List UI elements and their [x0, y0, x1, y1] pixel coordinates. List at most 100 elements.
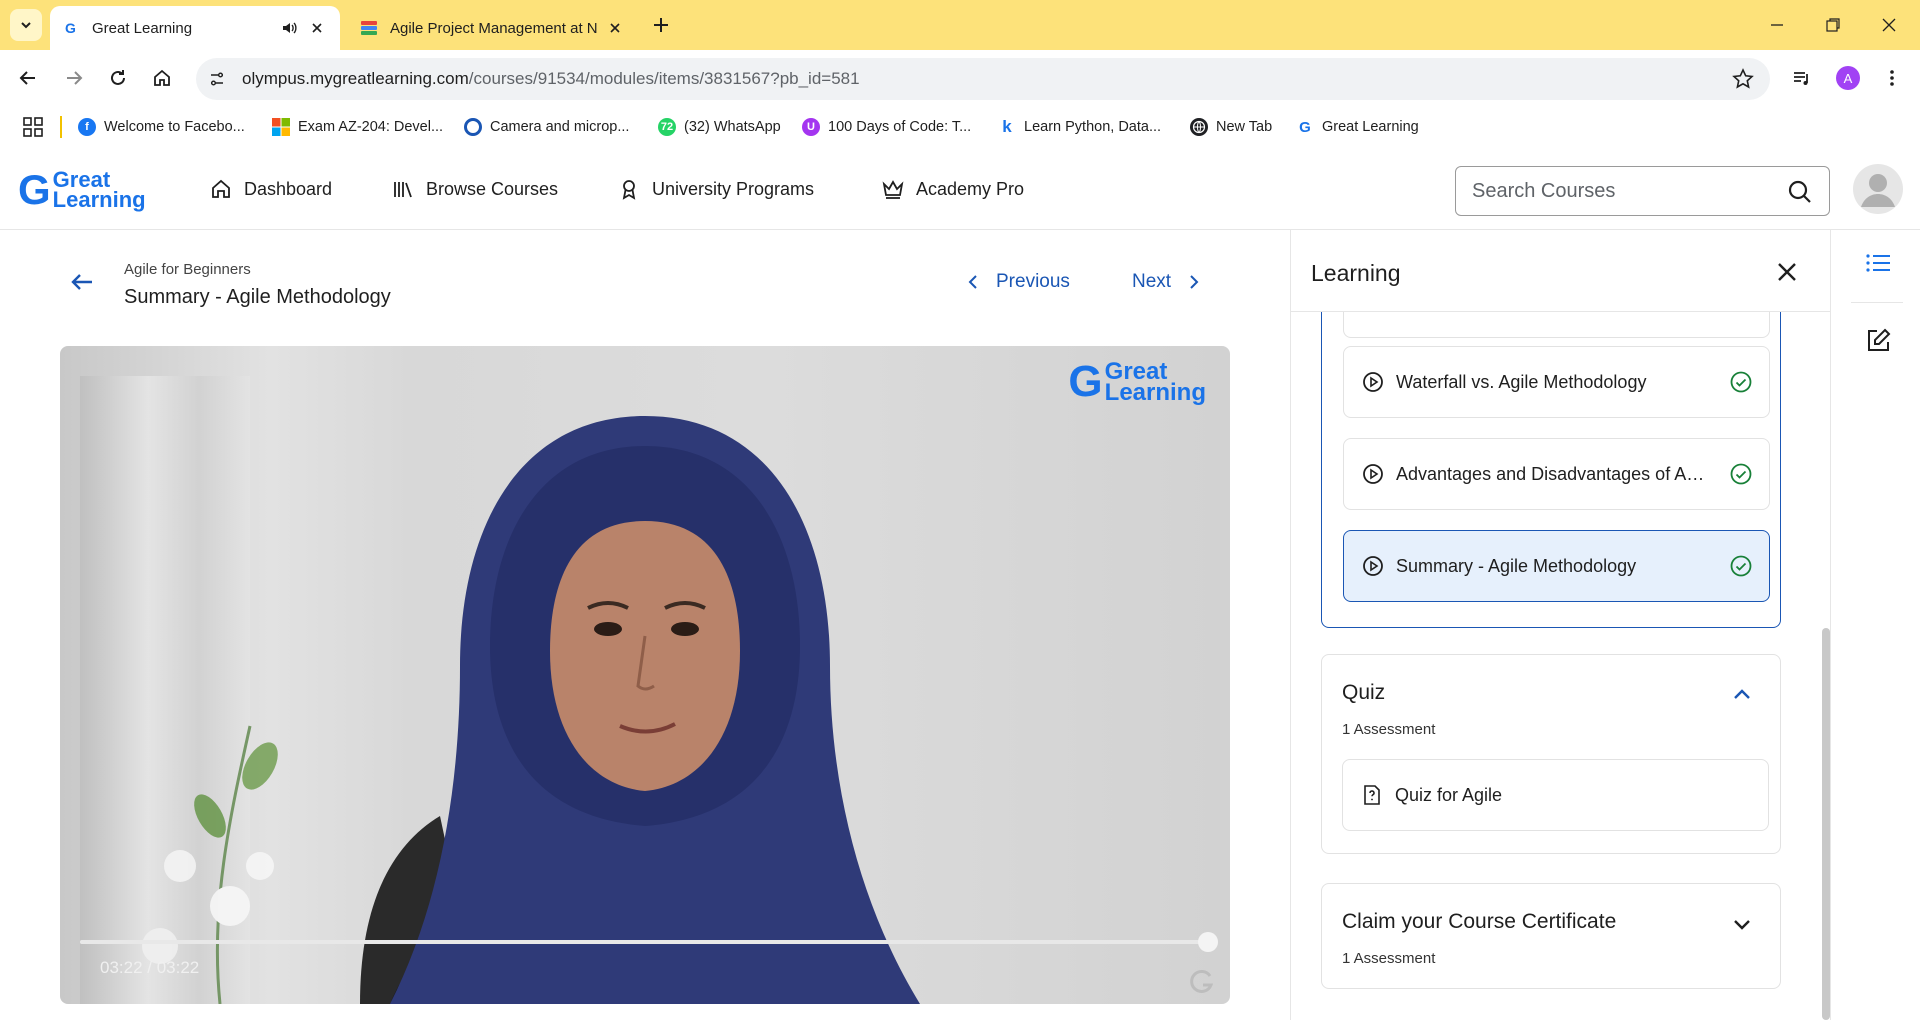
site-info-icon[interactable] [204, 66, 230, 92]
close-panel-icon[interactable] [1773, 258, 1801, 286]
camera-icon [464, 118, 482, 136]
bookmark-label: Great Learning [1322, 119, 1419, 135]
search-icon[interactable] [1787, 179, 1813, 205]
bookmark-label: 100 Days of Code: T... [828, 119, 972, 135]
lesson-label: Summary - Agile Methodology [1396, 555, 1637, 576]
great-learning-logo[interactable]: G Great Learning [18, 168, 146, 212]
bookmark-learn-python[interactable]: k Learn Python, Data... [998, 114, 1161, 140]
books-favicon-icon [360, 19, 378, 37]
lesson-label: Waterfall vs. Agile Methodology [1396, 371, 1647, 392]
restore-button[interactable] [1818, 10, 1848, 40]
k-icon: k [1002, 117, 1012, 136]
previous-button[interactable]: Previous [964, 268, 1070, 296]
restore-icon [1826, 18, 1840, 32]
quiz-card: Quiz 1 Assessment Quiz for Agile [1321, 654, 1781, 854]
bookmarks-divider [60, 116, 62, 138]
user-avatar-icon[interactable] [1853, 164, 1903, 214]
lesson-item-previous-partial[interactable] [1343, 312, 1770, 338]
chevron-up-icon[interactable] [1730, 683, 1754, 707]
home-button[interactable] [148, 64, 176, 92]
video-progress-bar[interactable] [80, 932, 1218, 952]
tab-search-button[interactable] [10, 9, 42, 41]
nav-academy-pro[interactable]: Academy Pro [880, 174, 1024, 204]
chevron-down-icon[interactable] [1730, 912, 1754, 936]
whatsapp-icon: 72 [658, 118, 676, 136]
globe-icon [1190, 118, 1208, 136]
svg-text:G: G [65, 20, 76, 36]
tab-agile-project-management[interactable]: Agile Project Management at N [348, 6, 638, 50]
notes-button[interactable] [1863, 326, 1893, 356]
right-rail [1830, 230, 1920, 1020]
bookmark-camera[interactable]: Camera and microp... [464, 114, 629, 140]
completed-check-icon [1730, 463, 1752, 485]
nav-dashboard[interactable]: Dashboard [208, 174, 332, 204]
speaker-icon[interactable] [278, 17, 300, 39]
back-to-course-arrow-icon[interactable] [68, 268, 96, 296]
lesson-item[interactable]: Advantages and Disadvantages of Agile [1343, 438, 1770, 510]
search-input[interactable] [1472, 179, 1772, 203]
back-button[interactable] [14, 64, 42, 92]
bookmark-great-learning[interactable]: G Great Learning [1296, 114, 1419, 140]
playlist-music-icon [1794, 72, 1808, 85]
media-control-button[interactable] [1788, 64, 1816, 92]
panel-scrollbar[interactable] [1822, 628, 1830, 1020]
bookmark-star-icon[interactable] [1732, 68, 1754, 90]
bookmark-label: New Tab [1216, 119, 1273, 135]
bookmark-label: Camera and microp... [490, 119, 630, 135]
profile-button[interactable]: A [1834, 64, 1862, 92]
address-bar[interactable]: olympus.mygreatlearning.com/courses/9153… [196, 58, 1770, 100]
minimize-button[interactable] [1762, 10, 1792, 40]
home-icon [208, 176, 234, 202]
forward-button[interactable] [60, 64, 88, 92]
list-icon [1866, 254, 1890, 272]
url-text: olympus.mygreatlearning.com/courses/9153… [242, 69, 860, 89]
bookmark-label: Exam AZ-204: Devel... [298, 119, 444, 135]
bookmark-whatsapp[interactable]: 72 (32) WhatsApp [658, 114, 781, 140]
play-circle-icon [1363, 372, 1383, 392]
new-tab-button[interactable] [648, 12, 674, 38]
chevron-down-icon [21, 22, 31, 29]
video-progress-handle[interactable] [1198, 932, 1218, 952]
course-outline-button[interactable] [1863, 248, 1893, 278]
lesson-item-active[interactable]: Summary - Agile Methodology [1343, 530, 1770, 602]
panel-title: Learning [1311, 260, 1401, 286]
tab-great-learning[interactable]: G Great Learning [50, 6, 340, 50]
url-host: olympus.mygreatlearning.com [242, 69, 469, 88]
browser-menu-button[interactable] [1878, 64, 1906, 92]
quiz-item[interactable]: Quiz for Agile [1342, 759, 1769, 831]
facebook-icon: f [78, 118, 96, 136]
nav-label: Academy Pro [916, 178, 1025, 199]
certificate-card[interactable]: Claim your Course Certificate 1 Assessme… [1321, 883, 1781, 989]
edit-note-icon [1868, 328, 1891, 351]
reload-icon [111, 70, 125, 85]
nav-browse-courses[interactable]: Browse Courses [390, 174, 558, 204]
next-button[interactable]: Next [1132, 268, 1203, 296]
site-header: G Great Learning Dashboard Browse Course… [0, 148, 1920, 230]
nav-university-programs[interactable]: University Programs [616, 174, 814, 204]
more-vertical-icon [1890, 70, 1894, 86]
bookmark-exam-az204[interactable]: Exam AZ-204: Devel... [272, 114, 443, 140]
apps-grid-icon[interactable] [22, 116, 44, 138]
completed-check-icon [1730, 371, 1752, 393]
bookmark-new-tab[interactable]: New Tab [1190, 114, 1272, 140]
lesson-item[interactable]: Waterfall vs. Agile Methodology [1343, 346, 1770, 418]
reload-button[interactable] [104, 64, 132, 92]
lesson-title: Summary - Agile Methodology [124, 286, 391, 308]
tab-close-icon[interactable] [604, 17, 626, 39]
close-window-button[interactable] [1874, 10, 1904, 40]
video-watermark-logo: G Great Learning [1068, 360, 1206, 405]
microsoft-icon [272, 118, 290, 136]
nav-label: Dashboard [244, 178, 333, 199]
gl-favicon-icon: G [62, 19, 80, 37]
tab-title: Agile Project Management at N [390, 19, 598, 37]
bookmark-facebook[interactable]: f Welcome to Facebo... [78, 114, 245, 140]
tab-close-icon[interactable] [306, 17, 328, 39]
play-circle-icon [1363, 556, 1383, 576]
bookmark-100-days[interactable]: U 100 Days of Code: T... [802, 114, 971, 140]
course-search [1455, 166, 1830, 216]
arrow-right-icon [67, 71, 83, 85]
panel-header: Learning [1291, 230, 1831, 312]
video-player[interactable]: G Great Learning 03:22 / 03:22 [60, 346, 1230, 1004]
chevron-left-icon [964, 273, 982, 291]
award-icon [616, 176, 642, 202]
